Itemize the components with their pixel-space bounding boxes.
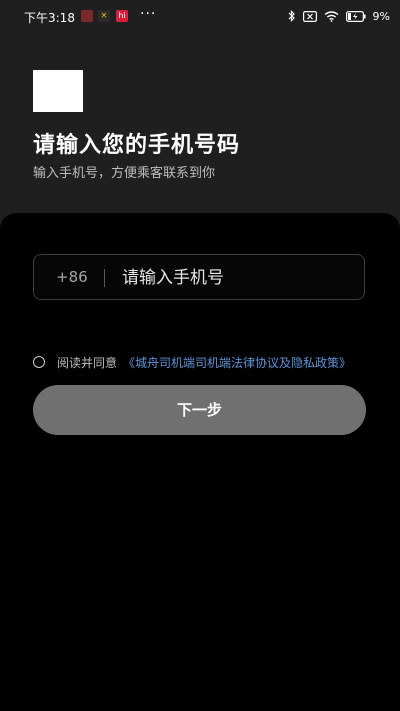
app-notification-icon: hi — [116, 10, 128, 22]
app-logo — [33, 70, 83, 112]
bluetooth-icon — [288, 10, 295, 22]
country-code[interactable]: +86 — [56, 268, 88, 286]
status-icons: 9% — [288, 8, 390, 24]
phone-input[interactable] — [120, 261, 354, 295]
battery-percent: 9% — [372, 9, 390, 23]
agreement-link[interactable]: 《城舟司机端司机端法律协议及隐私政策》 — [123, 354, 351, 371]
no-sim-icon — [302, 10, 317, 22]
login-sheet: +86 阅读并同意 《城舟司机端司机端法律协议及隐私政策》 下一步 — [0, 213, 400, 711]
field-divider — [104, 269, 105, 287]
more-notifications-icon: ··· — [140, 6, 157, 22]
agreement-prefix: 阅读并同意 — [57, 356, 118, 370]
agreement-row: 阅读并同意 《城舟司机端司机端法律协议及隐私政策》 — [33, 354, 373, 372]
status-bar: 下午3:18 ✕ hi ··· 9% — [0, 0, 400, 32]
app-notification-icon — [81, 10, 93, 22]
battery-charging-icon — [345, 10, 366, 22]
login-page: 下午3:18 ✕ hi ··· 9% 请输入您的手机号码 输入手机号，方便乘客联… — [0, 0, 400, 711]
next-button[interactable]: 下一步 — [33, 385, 366, 435]
app-notification-icon: ✕ — [98, 10, 110, 22]
phone-field[interactable]: +86 — [33, 254, 365, 300]
page-subtitle: 输入手机号，方便乘客联系到你 — [33, 166, 216, 181]
page-title: 请输入您的手机号码 — [33, 133, 241, 158]
wifi-icon — [324, 10, 338, 22]
status-time: 下午3:18 — [24, 11, 75, 25]
agreement-checkbox[interactable] — [33, 356, 45, 368]
